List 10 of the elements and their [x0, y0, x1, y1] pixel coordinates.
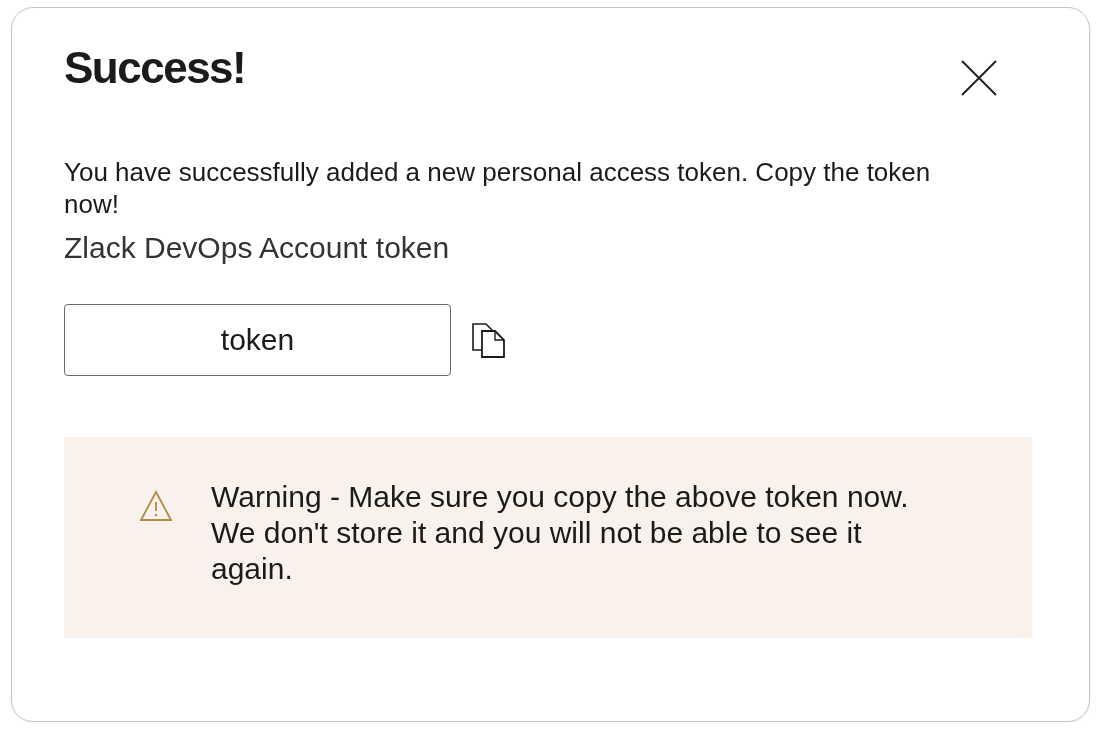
close-icon [961, 60, 997, 96]
dialog-title: Success! [64, 43, 246, 93]
token-field[interactable]: token [64, 304, 451, 376]
copy-button[interactable] [472, 322, 505, 358]
warning-text: Warning - Make sure you copy the above token now. We don't store it and you will not be able to see it again. [211, 479, 910, 587]
warning-icon [140, 490, 172, 522]
success-message: You have successfully added a new personal access token. Copy the token now! [64, 156, 932, 220]
token-name: Zlack DevOps Account token [64, 230, 451, 266]
close-button[interactable] [961, 60, 997, 96]
copy-icon [472, 322, 505, 358]
